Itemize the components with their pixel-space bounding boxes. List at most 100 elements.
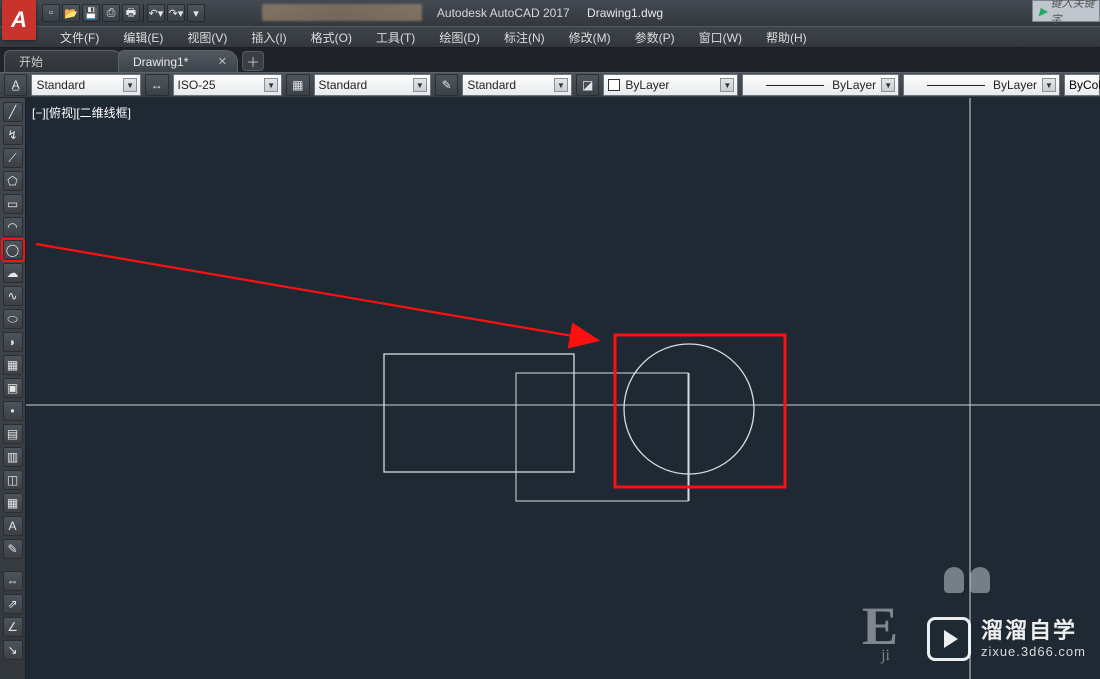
tool-dim-aligned[interactable]: ⇗ — [3, 594, 23, 614]
trailing-dropdown[interactable]: ByCol — [1064, 74, 1100, 96]
search-arrow-icon: ▶ — [1039, 5, 1047, 18]
tool-arc[interactable]: ◠ — [3, 217, 23, 237]
tool-rectangle[interactable]: ▭ — [3, 194, 23, 214]
play-icon — [927, 617, 971, 661]
chevron-down-icon: ▼ — [413, 78, 427, 92]
menu-modify[interactable]: 修改(M) — [557, 27, 623, 47]
text-style-icon[interactable]: A̲ — [4, 74, 27, 96]
tool-leader[interactable]: ↘ — [3, 640, 23, 660]
tab-label: Drawing1* — [133, 55, 188, 69]
close-icon[interactable]: ✕ — [218, 55, 227, 68]
app-logo[interactable]: A — [2, 0, 36, 40]
search-placeholder: 键入关键字 — [1050, 0, 1099, 27]
document-name: Drawing1.dwg — [587, 6, 663, 20]
chevron-down-icon: ▼ — [1042, 78, 1056, 92]
blurred-region — [262, 4, 422, 21]
tool-distance[interactable]: ⇔ — [3, 571, 23, 591]
tool-ellipse-arc[interactable]: ◗ — [3, 332, 23, 352]
window-title: Autodesk AutoCAD 2017 Drawing1.dwg — [437, 6, 663, 20]
tool-block-create[interactable]: ▣ — [3, 378, 23, 398]
table-style-value: Standard — [319, 78, 368, 92]
watermark-url: zixue.3d66.com — [981, 644, 1086, 660]
tool-ray[interactable]: ⟋ — [3, 148, 23, 168]
new-tab-button[interactable]: ＋ — [242, 51, 264, 71]
tool-circle[interactable]: ◯ — [3, 240, 23, 260]
qat-new-icon[interactable]: ▫ — [42, 4, 60, 22]
app-name: Autodesk AutoCAD 2017 — [437, 6, 570, 20]
workspace: ╱↯⟋⬠▭◠◯☁∿⬭◗▦▣•▤▥◫▦A✎⇔⇗∠↘ [−][俯视][二维线框] — [0, 98, 1100, 679]
drawing-svg — [26, 98, 1100, 679]
tool-polygon[interactable]: ⬠ — [3, 171, 23, 191]
dim-style-value: ISO-25 — [178, 78, 216, 92]
quick-access-toolbar: ▫ 📂 💾 ⎙ 🖶 ↶▾ ↷▾ ▾ — [42, 4, 205, 22]
lineweight-dropdown[interactable]: ByLayer ▼ — [903, 74, 1060, 96]
menu-draw[interactable]: 绘图(D) — [427, 27, 492, 47]
text-style-value: Standard — [36, 78, 85, 92]
watermark-sub: ji — [881, 647, 890, 665]
draw-toolbar: ╱ ↯ ⟋ ⬠ ▭ ◠ ◯ ☁ ∿ ⬭ ◗ ▦ ▣ • ▤ ▥ ◫ ▦ A ✎ ⇔ ⇗ ∠ ↘ — [0, 98, 26, 679]
qat-redo-icon[interactable]: ↷▾ — [167, 4, 185, 22]
menu-format[interactable]: 格式(O) — [299, 27, 364, 47]
layer-color-dropdown[interactable]: ByLayer ▼ — [603, 74, 738, 96]
mleader-style-icon[interactable]: ✎ — [435, 74, 458, 96]
document-tabs: 开始 Drawing1* ✕ ＋ — [0, 48, 1100, 72]
tab-start[interactable]: 开始 — [4, 50, 124, 72]
qat-undo-icon[interactable]: ↶▾ — [147, 4, 165, 22]
dim-style-dropdown[interactable]: ISO-25 ▼ — [173, 74, 283, 96]
mleader-style-dropdown[interactable]: Standard ▼ — [462, 74, 572, 96]
dim-style-icon[interactable]: ↔ — [145, 74, 168, 96]
tab-label: 开始 — [19, 53, 43, 70]
menu-insert[interactable]: 插入(I) — [239, 27, 298, 47]
tab-drawing1[interactable]: Drawing1* ✕ — [118, 50, 238, 72]
tool-add-marker[interactable]: ✎ — [3, 539, 23, 559]
text-style-dropdown[interactable]: Standard ▼ — [31, 74, 141, 96]
tool-ellipse[interactable]: ⬭ — [3, 309, 23, 329]
qat-more-icon[interactable]: ▾ — [187, 4, 205, 22]
watermark-title: 溜溜自学 — [981, 618, 1086, 644]
menu-view[interactable]: 视图(V) — [175, 27, 239, 47]
drawing-canvas[interactable]: [−][俯视][二维线框] E ji — [26, 98, 1100, 679]
menubar: 文件(F) 编辑(E) 视图(V) 插入(I) 格式(O) 工具(T) 绘图(D… — [0, 26, 1100, 48]
menu-edit[interactable]: 编辑(E) — [111, 27, 175, 47]
table-style-dropdown[interactable]: Standard ▼ — [314, 74, 431, 96]
tool-dim-angular[interactable]: ∠ — [3, 617, 23, 637]
mleader-style-value: Standard — [467, 78, 516, 92]
tool-polyline[interactable]: ↯ — [3, 125, 23, 145]
menu-parametric[interactable]: 参数(P) — [623, 27, 687, 47]
chevron-down-icon: ▼ — [881, 78, 895, 92]
tool-table[interactable]: ▦ — [3, 493, 23, 513]
tool-spline[interactable]: ∿ — [3, 286, 23, 306]
tool-hatch[interactable]: ▤ — [3, 424, 23, 444]
watermark-shapes — [944, 567, 990, 593]
menu-help[interactable]: 帮助(H) — [754, 27, 819, 47]
table-style-icon[interactable]: ▦ — [286, 74, 309, 96]
trailing-value: ByCol — [1069, 78, 1100, 92]
menu-tools[interactable]: 工具(T) — [364, 27, 427, 47]
tool-block-insert[interactable]: ▦ — [3, 355, 23, 375]
layer-color-value: ByLayer — [625, 78, 669, 92]
menu-window[interactable]: 窗口(W) — [687, 27, 754, 47]
tool-gradient[interactable]: ▥ — [3, 447, 23, 467]
titlebar: A ▫ 📂 💾 ⎙ 🖶 ↶▾ ↷▾ ▾ Autodesk AutoCAD 201… — [0, 0, 1100, 26]
tool-revcloud[interactable]: ☁ — [3, 263, 23, 283]
help-search-input[interactable]: ▶ 键入关键字 — [1032, 0, 1100, 22]
chevron-down-icon: ▼ — [123, 78, 137, 92]
watermark-letter: E — [862, 595, 898, 657]
chevron-down-icon: ▼ — [264, 78, 278, 92]
tool-region[interactable]: ◫ — [3, 470, 23, 490]
layer-color-icon[interactable]: ◪ — [576, 74, 599, 96]
qat-plot-icon[interactable]: 🖶 — [122, 4, 140, 22]
qat-saveas-icon[interactable]: ⎙ — [102, 4, 120, 22]
menu-dimension[interactable]: 标注(N) — [492, 27, 557, 47]
qat-save-icon[interactable]: 💾 — [82, 4, 100, 22]
tool-mtext[interactable]: A — [3, 516, 23, 536]
linetype-dropdown[interactable]: ByLayer ▼ — [742, 74, 899, 96]
properties-bar: A̲ Standard ▼ ↔ ISO-25 ▼ ▦ Standard ▼ ✎ … — [0, 72, 1100, 98]
lineweight-value: ByLayer — [993, 78, 1037, 92]
tool-point[interactable]: • — [3, 401, 23, 421]
linetype-value: ByLayer — [832, 78, 876, 92]
qat-open-icon[interactable]: 📂 — [62, 4, 80, 22]
color-swatch — [608, 79, 620, 91]
menu-file[interactable]: 文件(F) — [48, 27, 111, 47]
tool-line[interactable]: ╱ — [3, 102, 23, 122]
